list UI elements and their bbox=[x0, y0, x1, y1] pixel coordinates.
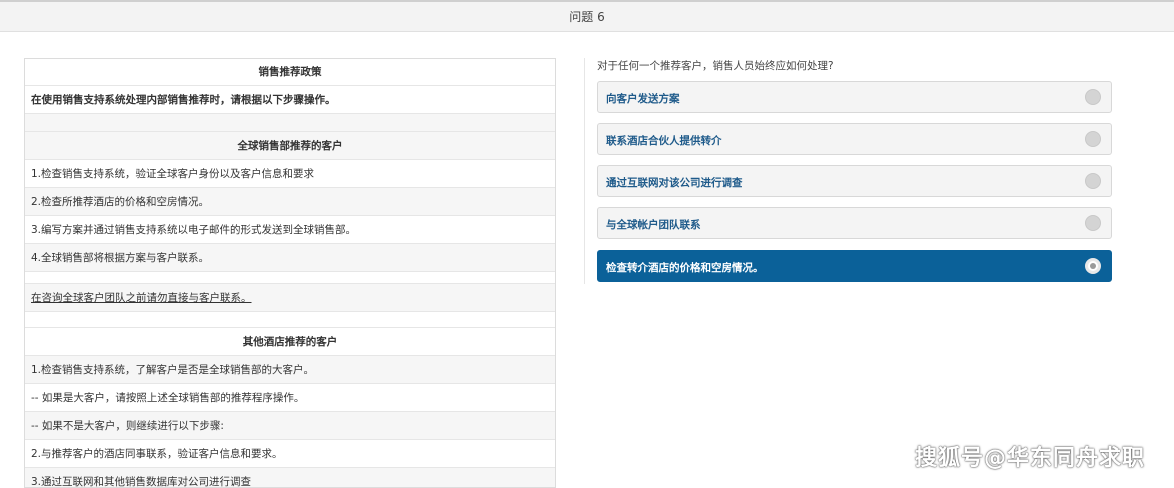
answer-option-label: 联系酒店合伙人提供转介 bbox=[606, 133, 722, 148]
question-title: 问题 6 bbox=[0, 8, 1174, 25]
answer-option-label: 与全球帐户团队联系 bbox=[606, 217, 701, 232]
policy-row-text: 1.检查销售支持系统，了解客户是否是全球销售部的大客户。 bbox=[31, 363, 314, 377]
policy-row: 其他酒店推荐的客户 bbox=[25, 328, 555, 356]
policy-row-text: 3.通过互联网和其他销售数据库对公司进行调查 bbox=[31, 475, 251, 488]
answer-option-5[interactable]: 检查转介酒店的价格和空房情况。 bbox=[597, 250, 1112, 282]
answer-option-3[interactable]: 通过互联网对该公司进行调查 bbox=[597, 165, 1112, 197]
policy-row-text: 4.全球销售部将根据方案与客户联系。 bbox=[31, 251, 209, 265]
question-prompt: 对于任何一个推荐客户，销售人员始终应如何处理? bbox=[597, 58, 834, 73]
policy-row bbox=[25, 272, 555, 284]
radio-icon[interactable] bbox=[1085, 173, 1101, 189]
panel-divider bbox=[584, 58, 585, 284]
policy-row-text: -- 如果不是大客户，则继续进行以下步骤: bbox=[31, 419, 224, 433]
policy-row: -- 如果不是大客户，则继续进行以下步骤: bbox=[25, 412, 555, 440]
policy-row: 在使用销售支持系统处理内部销售推荐时，请根据以下步骤操作。 bbox=[25, 86, 555, 114]
answer-option-1[interactable]: 向客户发送方案 bbox=[597, 81, 1112, 113]
answer-option-label: 向客户发送方案 bbox=[606, 91, 680, 106]
policy-row-text: 2.检查所推荐酒店的价格和空房情况。 bbox=[31, 195, 209, 209]
answer-option-label: 通过互联网对该公司进行调查 bbox=[606, 175, 743, 190]
policy-panel: 销售推荐政策在使用销售支持系统处理内部销售推荐时，请根据以下步骤操作。全球销售部… bbox=[24, 58, 556, 488]
policy-row: 全球销售部推荐的客户 bbox=[25, 132, 555, 160]
policy-row bbox=[25, 312, 555, 328]
policy-row-text: 全球销售部推荐的客户 bbox=[238, 139, 343, 153]
policy-row-text: 在使用销售支持系统处理内部销售推荐时，请根据以下步骤操作。 bbox=[31, 93, 336, 107]
policy-row bbox=[25, 114, 555, 132]
policy-row: -- 如果是大客户，请按照上述全球销售部的推荐程序操作。 bbox=[25, 384, 555, 412]
radio-icon[interactable] bbox=[1085, 258, 1101, 274]
answer-option-2[interactable]: 联系酒店合伙人提供转介 bbox=[597, 123, 1112, 155]
policy-row: 2.检查所推荐酒店的价格和空房情况。 bbox=[25, 188, 555, 216]
policy-row: 2.与推荐客户的酒店同事联系，验证客户信息和要求。 bbox=[25, 440, 555, 468]
policy-row-text: 3.编写方案并通过销售支持系统以电子邮件的形式发送到全球销售部。 bbox=[31, 223, 356, 237]
answer-option-4[interactable]: 与全球帐户团队联系 bbox=[597, 207, 1112, 239]
answer-option-label: 检查转介酒店的价格和空房情况。 bbox=[606, 260, 764, 275]
radio-icon[interactable] bbox=[1085, 89, 1101, 105]
policy-row: 在咨询全球客户团队之前请勿直接与客户联系。 bbox=[25, 284, 555, 312]
policy-row-text: -- 如果是大客户，请按照上述全球销售部的推荐程序操作。 bbox=[31, 391, 304, 405]
policy-row: 4.全球销售部将根据方案与客户联系。 bbox=[25, 244, 555, 272]
policy-row-text: 1.检查销售支持系统，验证全球客户身份以及客户信息和要求 bbox=[31, 167, 314, 181]
title-bar: 问题 6 bbox=[0, 0, 1174, 32]
radio-icon[interactable] bbox=[1085, 215, 1101, 231]
watermark: 搜狐号@华东同舟求职 bbox=[915, 440, 1145, 472]
policy-row-text: 销售推荐政策 bbox=[259, 65, 322, 79]
policy-row-text: 2.与推荐客户的酒店同事联系，验证客户信息和要求。 bbox=[31, 447, 283, 461]
policy-row-text: 在咨询全球客户团队之前请勿直接与客户联系。 bbox=[31, 291, 252, 305]
radio-icon[interactable] bbox=[1085, 131, 1101, 147]
policy-row-text: 其他酒店推荐的客户 bbox=[243, 335, 338, 349]
policy-row: 1.检查销售支持系统，了解客户是否是全球销售部的大客户。 bbox=[25, 356, 555, 384]
policy-row: 1.检查销售支持系统，验证全球客户身份以及客户信息和要求 bbox=[25, 160, 555, 188]
policy-row: 3.通过互联网和其他销售数据库对公司进行调查 bbox=[25, 468, 555, 488]
policy-row: 3.编写方案并通过销售支持系统以电子邮件的形式发送到全球销售部。 bbox=[25, 216, 555, 244]
policy-row: 销售推荐政策 bbox=[25, 59, 555, 86]
